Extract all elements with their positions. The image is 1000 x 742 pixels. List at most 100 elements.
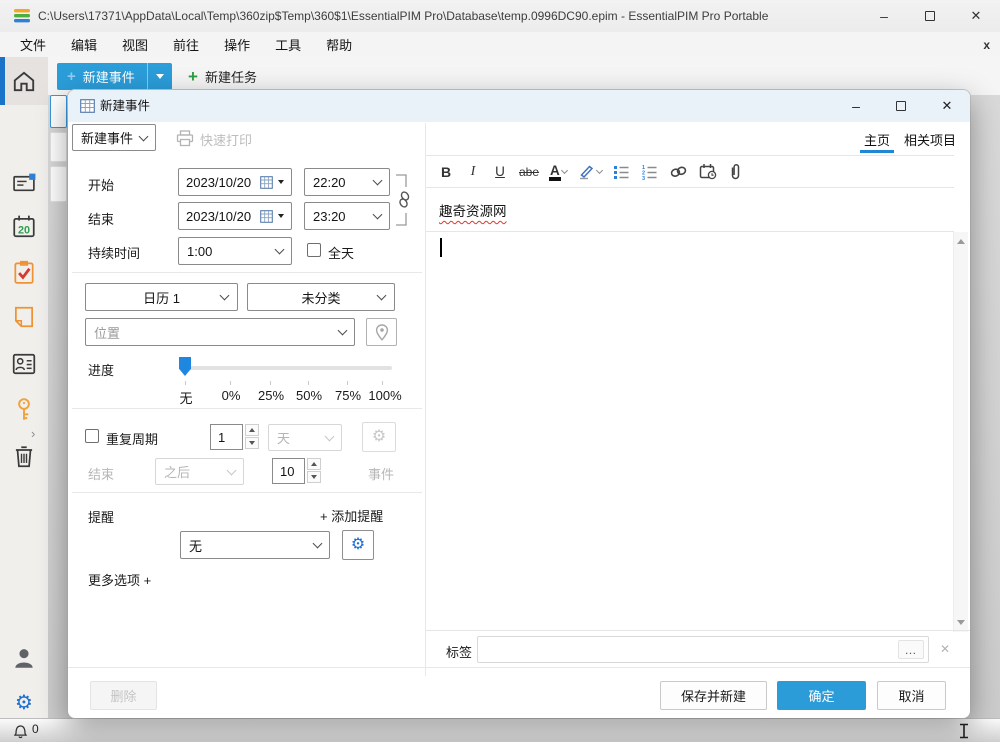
end-time-combo[interactable]: 23:20 <box>304 202 390 230</box>
dialog-close-button[interactable]: ✕ <box>925 90 969 122</box>
recurrence-checkbox[interactable] <box>85 429 99 443</box>
sidebar-item-tasks[interactable] <box>0 249 48 295</box>
spin-down-icon[interactable] <box>307 471 321 483</box>
new-event-split-button[interactable]: + 新建事件 <box>57 63 172 90</box>
window-minimize-button[interactable]: – <box>861 0 907 32</box>
duration-combo[interactable]: 1:00 <box>178 237 292 265</box>
recurrence-count-spinner[interactable]: 1 <box>210 424 259 450</box>
start-time-value: 22:20 <box>313 175 346 190</box>
calendar-grid-icon <box>260 176 273 189</box>
location-map-button[interactable] <box>366 318 397 346</box>
bullet-list-button[interactable] <box>613 161 630 183</box>
ok-button[interactable]: 确定 <box>777 681 866 710</box>
menu-tools[interactable]: 工具 <box>269 33 307 56</box>
svg-text:3: 3 <box>642 176 645 180</box>
sidebar-item-home[interactable] <box>0 57 48 105</box>
menu-view[interactable]: 视图 <box>116 33 154 56</box>
tags-input[interactable]: … <box>477 636 929 663</box>
calendar-clock-icon <box>699 163 717 180</box>
event-type-combo[interactable]: 新建事件 <box>72 124 156 151</box>
slider-label-none: 无 <box>179 388 192 407</box>
new-task-button[interactable]: + 新建任务 <box>178 63 267 90</box>
tags-clear-icon[interactable]: ✕ <box>940 642 950 656</box>
underline-button[interactable]: U <box>492 161 508 183</box>
recurrence-end-count-spinner[interactable]: 10 <box>272 458 321 484</box>
editor-body[interactable] <box>426 232 953 630</box>
save-and-new-button[interactable]: 保存并新建 <box>660 681 767 710</box>
slider-tick <box>308 381 309 385</box>
numbered-list-button[interactable]: 1 2 3 <box>641 161 658 183</box>
italic-button[interactable]: I <box>465 161 481 183</box>
location-combo[interactable]: 位置 <box>85 318 355 346</box>
recurrence-end-mode-combo[interactable]: 之后 <box>155 458 244 485</box>
end-date-picker[interactable]: 2023/10/20 <box>178 202 292 230</box>
dropdown-arrow-icon <box>278 214 284 218</box>
window-maximize-button[interactable] <box>907 0 953 32</box>
start-date-picker[interactable]: 2023/10/20 <box>178 168 292 196</box>
background-list-item <box>50 95 67 128</box>
start-time-combo[interactable]: 22:20 <box>304 168 390 196</box>
subject-field[interactable]: 趣奇资源网 <box>426 189 954 232</box>
menu-go[interactable]: 前往 <box>167 33 205 56</box>
insert-link-button[interactable] <box>669 161 688 183</box>
plus-icon: + <box>188 67 198 87</box>
menu-actions[interactable]: 操作 <box>218 33 256 56</box>
sidebar: 20 <box>0 57 48 718</box>
bold-button[interactable]: B <box>438 161 454 183</box>
quick-print-button[interactable]: 快速打印 <box>200 130 252 149</box>
calendar-combo[interactable]: 日历 1 <box>85 283 238 311</box>
dialog-maximize-button[interactable] <box>879 90 923 122</box>
notifications-bell-icon[interactable] <box>13 723 28 739</box>
sidebar-item-notes[interactable] <box>0 294 48 340</box>
highlight-button[interactable] <box>578 161 602 183</box>
menu-bar: 文件 编辑 视图 前往 操作 工具 帮助 x <box>0 32 1000 57</box>
progress-slider-track[interactable] <box>180 366 392 370</box>
recurrence-label: 重复周期 <box>106 429 158 448</box>
slider-tick <box>230 381 231 385</box>
editor-scrollbar[interactable] <box>953 232 968 632</box>
sidebar-collapse-chevron-icon[interactable]: › <box>31 426 35 441</box>
reminder-settings-button[interactable]: ⚙ <box>342 530 374 560</box>
sidebar-item-mail[interactable] <box>0 160 48 206</box>
more-options-link[interactable]: 更多选项 + <box>88 570 151 589</box>
menu-edit[interactable]: 编辑 <box>65 33 103 56</box>
new-event-dropdown-arrow[interactable] <box>147 63 172 90</box>
window-close-button[interactable]: ✕ <box>953 0 999 32</box>
delete-button[interactable]: 删除 <box>90 681 157 710</box>
sidebar-item-calendar[interactable]: 20 <box>0 204 48 250</box>
tags-more-button[interactable]: … <box>898 640 924 659</box>
recurrence-settings-button[interactable]: ⚙ <box>362 422 396 452</box>
sidebar-item-contacts[interactable] <box>0 341 48 387</box>
menu-help[interactable]: 帮助 <box>320 33 358 56</box>
separator <box>72 272 422 273</box>
duration-value: 1:00 <box>187 244 212 259</box>
attach-file-button[interactable] <box>728 161 744 183</box>
menu-file[interactable]: 文件 <box>14 33 52 56</box>
spin-up-icon[interactable] <box>245 424 259 436</box>
tab-related-items[interactable]: 相关项目 <box>904 130 956 149</box>
dropdown-arrow-icon <box>278 180 284 184</box>
sidebar-user-button[interactable] <box>0 635 48 681</box>
reminder-combo[interactable]: 无 <box>180 531 330 559</box>
scroll-down-icon[interactable] <box>957 620 965 625</box>
spin-down-icon[interactable] <box>245 437 259 449</box>
strikethrough-button[interactable]: abe <box>519 161 539 183</box>
cancel-button[interactable]: 取消 <box>877 681 946 710</box>
dialog-minimize-button[interactable]: – <box>834 90 878 122</box>
category-combo[interactable]: 未分类 <box>247 283 395 311</box>
slider-tick <box>347 381 348 385</box>
progress-slider-thumb[interactable] <box>179 357 191 376</box>
add-reminder-link[interactable]: + 添加提醒 <box>320 506 383 525</box>
chevron-down-icon <box>596 167 603 174</box>
recurrence-unit-combo[interactable]: 天 <box>268 424 342 451</box>
font-color-button[interactable]: A <box>550 161 567 183</box>
insert-date-button[interactable] <box>699 161 717 183</box>
all-day-checkbox[interactable] <box>307 243 321 257</box>
link-times-icon[interactable] <box>394 172 414 228</box>
tab-home[interactable]: 主页 <box>861 130 893 149</box>
spin-up-icon[interactable] <box>307 458 321 470</box>
scroll-up-icon[interactable] <box>957 239 965 244</box>
menu-close-icon[interactable]: x <box>983 38 990 52</box>
all-day-label: 全天 <box>328 243 354 262</box>
window-title: C:\Users\17371\AppData\Local\Temp\360zip… <box>38 0 768 32</box>
